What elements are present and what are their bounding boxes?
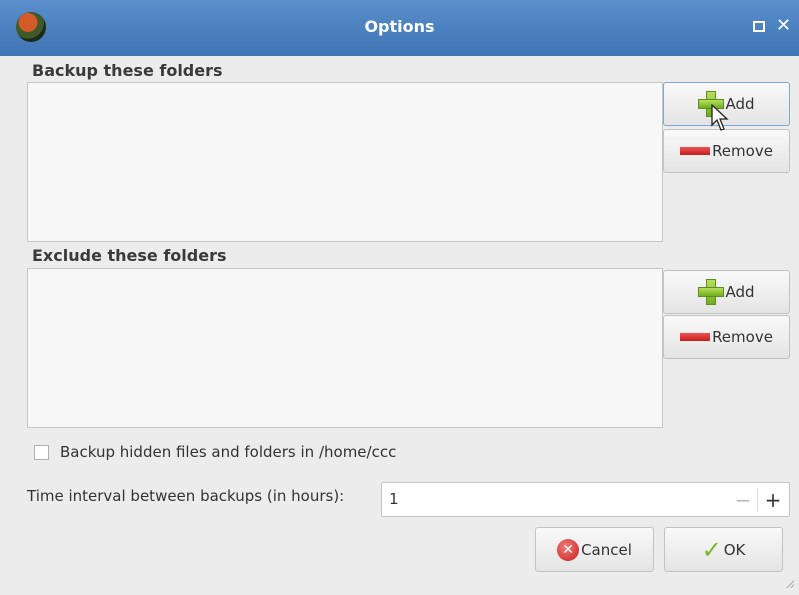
checkmark-icon: ✓ (701, 535, 722, 564)
title-bar[interactable]: Options ✕ (0, 0, 799, 56)
exclude-add-label: Add (725, 283, 755, 301)
backup-remove-label: Remove (712, 142, 773, 160)
ok-button[interactable]: ✓ OK (664, 527, 783, 572)
resize-grip-icon[interactable] (786, 580, 794, 588)
cancel-label: Cancel (581, 540, 632, 559)
remove-icon (680, 333, 711, 341)
remove-icon (680, 147, 711, 155)
interval-spinbox[interactable]: 1 − + (381, 482, 790, 517)
spinbox-divider (757, 488, 758, 512)
interval-value[interactable]: 1 (389, 490, 399, 508)
add-icon (698, 279, 725, 305)
exclude-folders-list[interactable] (27, 268, 663, 428)
exclude-folders-label: Exclude these folders (32, 246, 227, 265)
cancel-button[interactable]: ✕ Cancel (535, 527, 654, 572)
hidden-files-label: Backup hidden files and folders in /home… (60, 443, 397, 461)
ok-label: OK (723, 540, 746, 559)
increment-button[interactable]: + (759, 487, 787, 513)
backup-remove-button[interactable]: Remove (663, 129, 790, 173)
close-icon[interactable]: ✕ (776, 15, 791, 36)
backup-folders-label: Backup these folders (32, 61, 223, 80)
backup-folders-list[interactable] (27, 82, 663, 242)
cancel-icon: ✕ (557, 538, 580, 561)
interval-label: Time interval between backups (in hours)… (27, 487, 345, 505)
mouse-pointer-icon (711, 104, 729, 131)
exclude-add-button[interactable]: Add (663, 270, 790, 314)
exclude-remove-button[interactable]: Remove (663, 315, 790, 359)
hidden-files-checkbox[interactable] (34, 444, 49, 460)
window-title: Options (364, 17, 435, 36)
options-dialog: Options ✕ Backup these folders Add Remov… (0, 0, 799, 595)
maximize-icon[interactable] (753, 21, 765, 32)
backup-add-label: Add (725, 95, 755, 113)
decrement-button[interactable]: − (729, 487, 757, 513)
exclude-remove-label: Remove (712, 328, 773, 346)
hidden-files-option[interactable]: Backup hidden files and folders in /home… (34, 443, 396, 461)
